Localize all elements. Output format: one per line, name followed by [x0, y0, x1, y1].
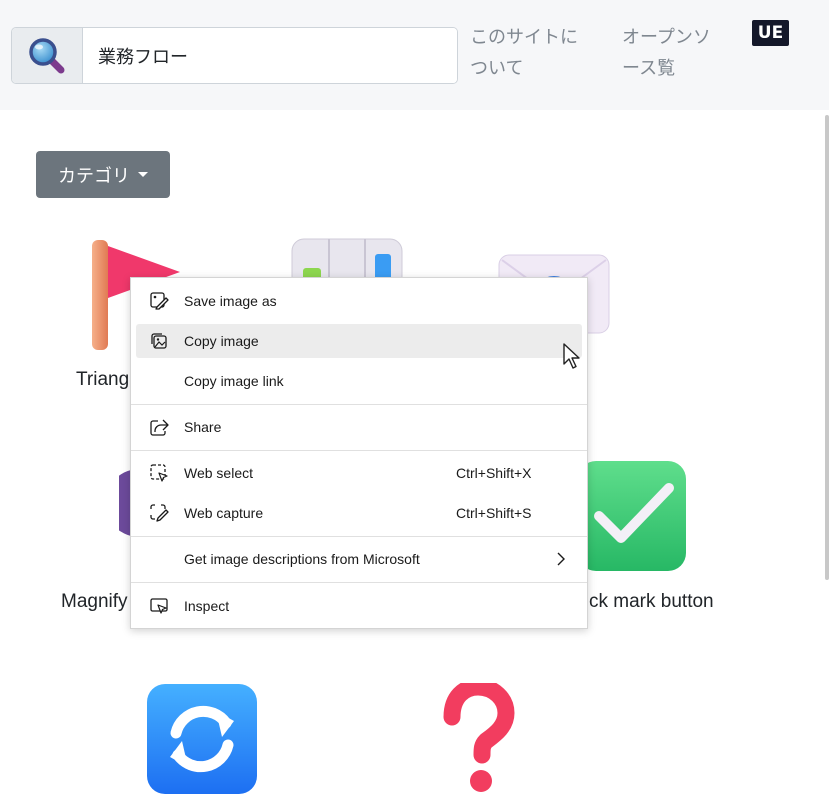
nav-link-about[interactable]: このサイトに ついて — [470, 22, 600, 84]
menu-item-label: Share — [184, 419, 222, 435]
web-capture-icon — [150, 504, 169, 522]
save-image-icon — [150, 292, 169, 310]
nav-link-open-source[interactable]: オープンソ ース覧 — [622, 22, 742, 84]
menu-item-shortcut: Ctrl+Shift+S — [456, 505, 532, 521]
category-button-label: カテゴリ — [58, 165, 130, 187]
menu-item-label: Web select — [184, 465, 253, 481]
menu-separator — [131, 582, 587, 583]
menu-item-label: Save image as — [184, 293, 277, 309]
mouse-pointer-icon — [563, 343, 580, 369]
search-button[interactable] — [12, 28, 83, 83]
ue-logo-badge[interactable]: UE — [752, 20, 789, 46]
caret-down-icon — [138, 172, 148, 177]
red-question-mark-icon[interactable] — [440, 683, 516, 795]
image-context-menu: Save image as Copy image Copy image link… — [130, 277, 588, 629]
emoji-label-check-mark-button[interactable]: ck mark button — [589, 591, 714, 613]
menu-item-label: Copy image link — [184, 373, 284, 389]
menu-item-web-select[interactable]: Web select Ctrl+Shift+X — [136, 456, 582, 490]
menu-item-copy-image[interactable]: Copy image — [136, 324, 582, 358]
menu-item-label: Inspect — [184, 598, 230, 614]
menu-item-web-capture[interactable]: Web capture Ctrl+Shift+S — [136, 496, 582, 530]
page-scrollbar[interactable] — [825, 115, 829, 580]
site-header: このサイトに ついて オープンソ ース覧 UE — [0, 0, 829, 110]
menu-separator — [131, 450, 587, 451]
menu-item-inspect[interactable]: Inspect — [136, 589, 582, 623]
menu-separator — [131, 404, 587, 405]
share-icon — [150, 419, 169, 436]
menu-item-image-descriptions[interactable]: Get image descriptions from Microsoft — [136, 542, 582, 576]
emoji-label-magnifying-glass[interactable]: Magnify — [61, 591, 128, 613]
menu-item-copy-image-link[interactable]: Copy image link — [136, 364, 582, 398]
menu-item-label: Get image descriptions from Microsoft — [184, 551, 420, 567]
menu-item-save-image-as[interactable]: Save image as — [136, 284, 582, 318]
category-dropdown-button[interactable]: カテゴリ — [36, 151, 170, 198]
menu-item-label: Copy image — [184, 333, 259, 349]
magnifying-glass-search-icon — [29, 37, 65, 73]
chevron-right-icon — [557, 552, 565, 566]
menu-separator — [131, 536, 587, 537]
counterclockwise-arrows-icon[interactable] — [146, 683, 258, 795]
emoji-label-triangular-flag[interactable]: Triang — [76, 369, 129, 391]
search-bar — [11, 27, 458, 84]
menu-item-share[interactable]: Share — [136, 410, 582, 444]
web-select-icon — [150, 464, 168, 482]
menu-item-shortcut: Ctrl+Shift+X — [456, 465, 532, 481]
search-input[interactable] — [83, 28, 457, 83]
menu-item-label: Web capture — [184, 505, 264, 521]
copy-image-icon — [151, 333, 167, 349]
check-mark-button-icon[interactable] — [577, 460, 687, 572]
inspect-icon — [150, 598, 168, 614]
